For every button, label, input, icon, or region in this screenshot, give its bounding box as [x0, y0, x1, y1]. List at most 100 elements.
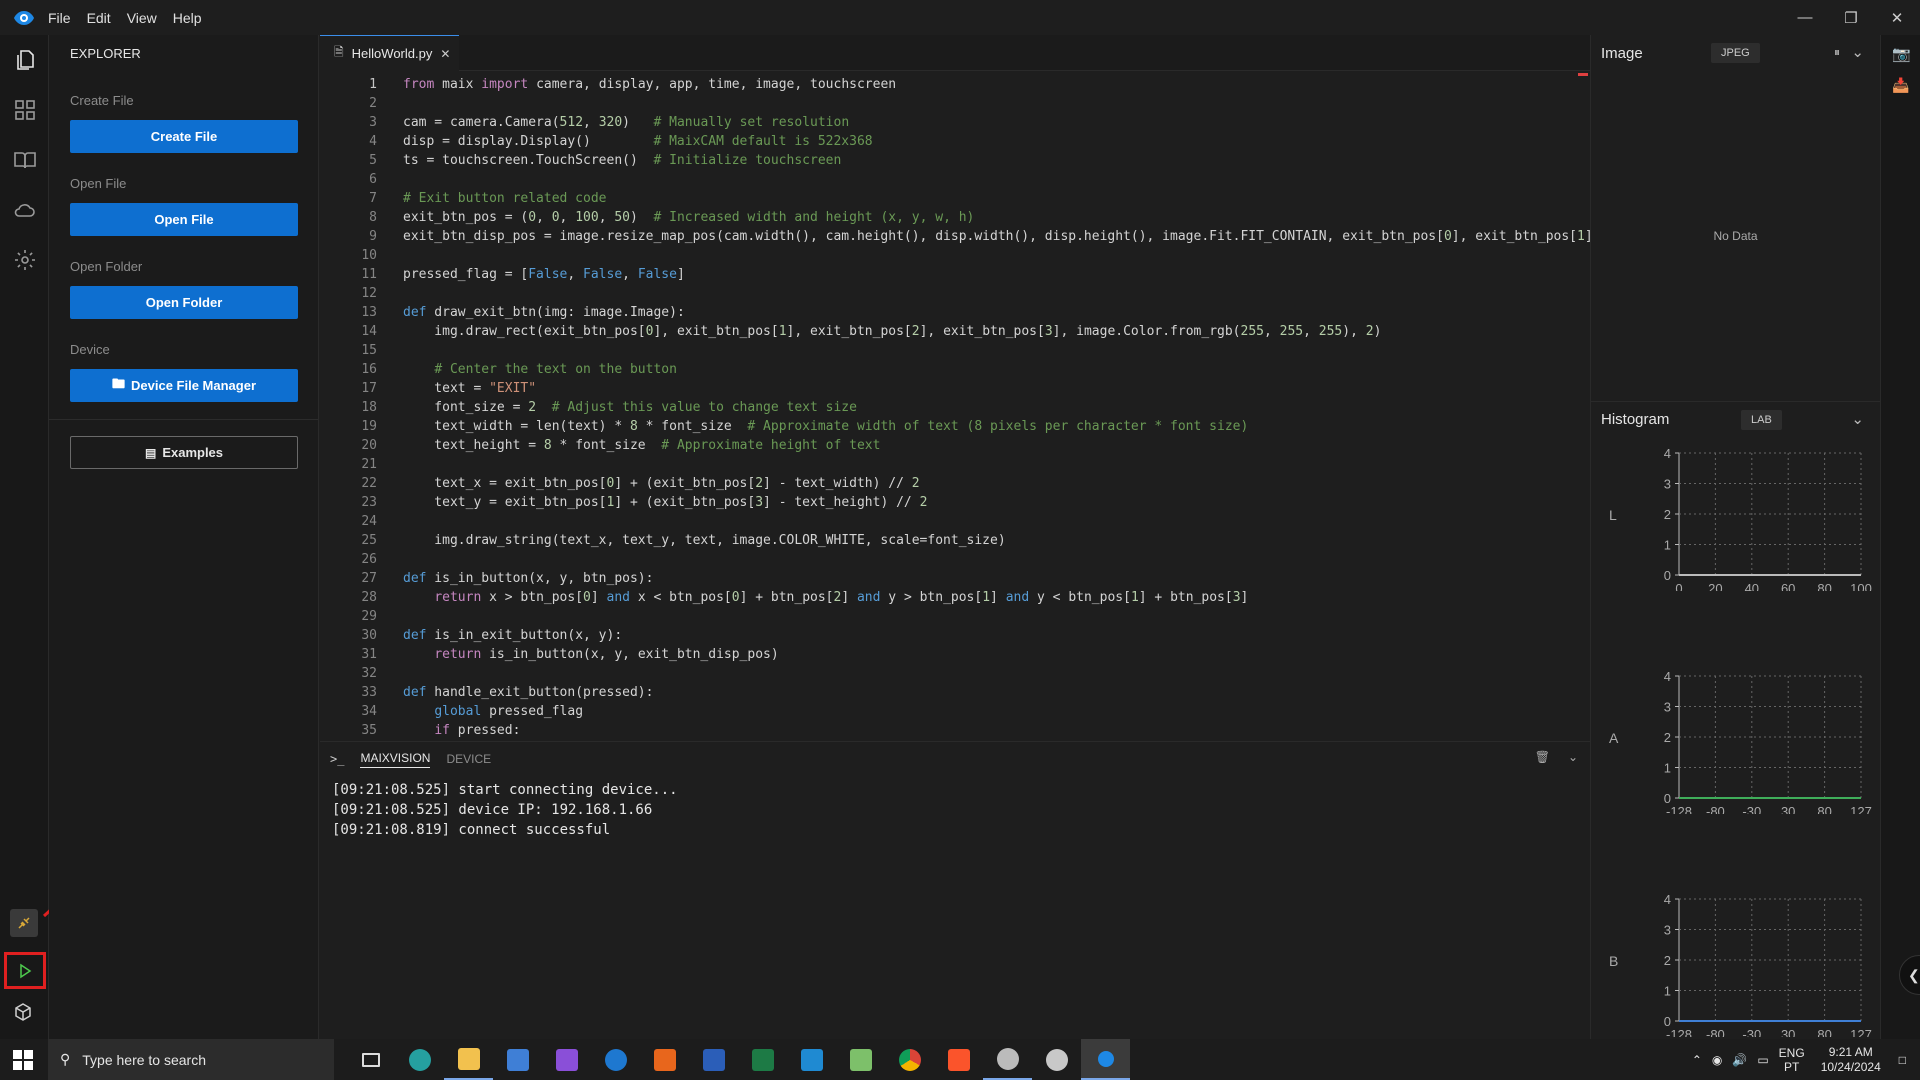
- vscode-icon[interactable]: [787, 1039, 836, 1080]
- menu-view[interactable]: View: [127, 10, 157, 26]
- tab-maixvision[interactable]: MAIXVISION: [360, 751, 431, 768]
- language-indicator[interactable]: ENG PT: [1779, 1046, 1805, 1074]
- save-image-icon[interactable]: 📥: [1892, 77, 1909, 94]
- y-tick-label: 1: [1664, 538, 1671, 553]
- y-tick-label: 3: [1664, 923, 1671, 938]
- calculator-icon[interactable]: [493, 1039, 542, 1080]
- restore-icon[interactable]: ❐: [1828, 0, 1874, 35]
- open-file-label: Open File: [70, 176, 127, 191]
- code-line: ts = touchscreen.TouchScreen() # Initial…: [403, 153, 842, 168]
- files-icon[interactable]: [0, 35, 49, 85]
- x-tick-label: 80: [1817, 1027, 1831, 1037]
- minimize-icon[interactable]: —: [1782, 0, 1828, 35]
- format-select[interactable]: JPEG: [1711, 43, 1760, 63]
- connect-device-button[interactable]: [10, 909, 38, 937]
- channel-label: A: [1609, 730, 1619, 746]
- task-view-icon[interactable]: [346, 1039, 395, 1080]
- line-number: 18: [361, 400, 377, 415]
- x-tick-label: 30: [1781, 1027, 1795, 1037]
- pause-icon[interactable]: ⏸: [1834, 45, 1840, 60]
- volume-icon[interactable]: 🔊: [1732, 1053, 1747, 1067]
- app-icon-orange[interactable]: [640, 1039, 689, 1080]
- book-icon[interactable]: [0, 135, 49, 185]
- app-icon-c[interactable]: [591, 1039, 640, 1080]
- taskbar-search[interactable]: ⚲ Type here to search: [48, 1039, 334, 1080]
- code-area[interactable]: 1 from maix import camera, display, app, …: [320, 71, 1590, 740]
- x-tick-label: 100: [1850, 581, 1872, 591]
- cloud-icon[interactable]: [0, 185, 49, 235]
- chevron-down-icon[interactable]: ⌄: [1851, 410, 1864, 428]
- clock[interactable]: 9:21 AM 10/24/2024: [1821, 1045, 1881, 1075]
- line-number: 32: [361, 666, 377, 681]
- code-line: cam = camera.Camera(512, 320) # Manually…: [403, 115, 850, 130]
- histogram-charts: L 4 3 2 1 0 0 20 40 60 80 100 A 4 3 2 1 0 -128 -80 -30 30 80 12…: [1591, 441, 1880, 1039]
- maixvision-taskbar-icon[interactable]: [1081, 1039, 1130, 1080]
- settings-gear-icon[interactable]: [0, 235, 49, 285]
- trash-icon[interactable]: 🗑: [1535, 750, 1550, 764]
- book-icon: ▤: [144, 445, 157, 460]
- word-icon[interactable]: [689, 1039, 738, 1080]
- app-icon-paint[interactable]: [1032, 1039, 1081, 1080]
- examples-button[interactable]: ▤ Examples: [70, 436, 298, 469]
- x-tick-label: -30: [1742, 804, 1761, 814]
- editor-tabs: 🗎 HelloWorld.py ✕: [320, 35, 1590, 71]
- tab-helloworld[interactable]: 🗎 HelloWorld.py ✕: [320, 35, 459, 71]
- menu-help[interactable]: Help: [173, 10, 202, 26]
- x-tick-label: -80: [1706, 804, 1725, 814]
- notification-icon[interactable]: □: [1899, 1053, 1906, 1067]
- line-number: 22: [361, 476, 377, 491]
- close-tab-icon[interactable]: ✕: [440, 47, 450, 61]
- extensions-icon[interactable]: [0, 85, 49, 135]
- line-number: 21: [361, 457, 377, 472]
- chevron-up-icon[interactable]: ⌃: [1692, 1053, 1702, 1067]
- code-line: exit_btn_disp_pos = image.resize_map_pos…: [403, 229, 1590, 244]
- windows-start-icon[interactable]: [13, 1050, 33, 1070]
- run-button[interactable]: [4, 952, 46, 989]
- x-tick-label: 60: [1781, 581, 1795, 591]
- network-icon[interactable]: ◉: [1712, 1053, 1722, 1067]
- histogram-chart-l: L432100 20 40 60 80 100: [1609, 446, 1872, 591]
- create-file-button[interactable]: Create File: [70, 120, 298, 153]
- app-icon-gray[interactable]: [983, 1039, 1032, 1080]
- close-icon[interactable]: ✕: [1874, 0, 1920, 35]
- chrome-icon[interactable]: [885, 1039, 934, 1080]
- brave-icon[interactable]: [934, 1039, 983, 1080]
- color-space-select[interactable]: LAB: [1741, 410, 1782, 430]
- code-line: text_x = exit_btn_pos[0] + (exit_btn_pos…: [403, 476, 920, 491]
- x-tick-label: 80: [1817, 804, 1831, 814]
- app-icon-purple[interactable]: [542, 1039, 591, 1080]
- code-line: return x > btn_pos[0] and x < btn_pos[0]…: [434, 590, 1249, 605]
- chevron-down-icon[interactable]: ⌄: [1851, 43, 1864, 61]
- excel-icon[interactable]: [738, 1039, 787, 1080]
- code-line: global pressed_flag: [434, 704, 584, 719]
- sidebar-divider: [49, 419, 318, 420]
- log-line: [09:21:08.525] start connecting device..…: [332, 782, 678, 798]
- menu-file[interactable]: File: [48, 10, 71, 26]
- collapse-handle[interactable]: ❮: [1899, 955, 1920, 995]
- display-icon[interactable]: ▭: [1757, 1053, 1768, 1067]
- notepad-icon[interactable]: [836, 1039, 885, 1080]
- x-tick-label: -128: [1666, 1027, 1692, 1037]
- package-icon[interactable]: [14, 1003, 34, 1023]
- x-tick-label: 40: [1745, 581, 1759, 591]
- line-number: 4: [369, 134, 377, 149]
- x-tick-label: -30: [1742, 1027, 1761, 1037]
- code-line: def is_in_button(x, y, btn_pos):: [403, 571, 654, 586]
- open-file-button[interactable]: Open File: [70, 203, 298, 236]
- examples-label: Examples: [162, 445, 224, 460]
- line-number: 33: [361, 685, 377, 700]
- code-line: text_width = len(text) * 8 * font_size #…: [403, 419, 1249, 434]
- channel-label: B: [1609, 953, 1618, 969]
- line-number: 34: [361, 704, 377, 719]
- explorer-sidebar: EXPLORER Create File Create File Open Fi…: [49, 35, 319, 1039]
- device-file-manager-button[interactable]: 🖿 Device File Manager: [70, 369, 298, 402]
- app-icon-infinity[interactable]: [395, 1039, 444, 1080]
- histogram-chart-b: B43210-128 -80 -30 30 80 127: [1609, 892, 1872, 1037]
- x-tick-label: 80: [1817, 581, 1831, 591]
- tab-device[interactable]: DEVICE: [446, 752, 491, 766]
- open-folder-button[interactable]: Open Folder: [70, 286, 298, 319]
- menu-edit[interactable]: Edit: [87, 10, 111, 26]
- camera-icon[interactable]: 📷: [1892, 45, 1911, 63]
- file-explorer-icon[interactable]: [444, 1039, 493, 1080]
- chevron-down-icon[interactable]: ⌄: [1568, 750, 1578, 764]
